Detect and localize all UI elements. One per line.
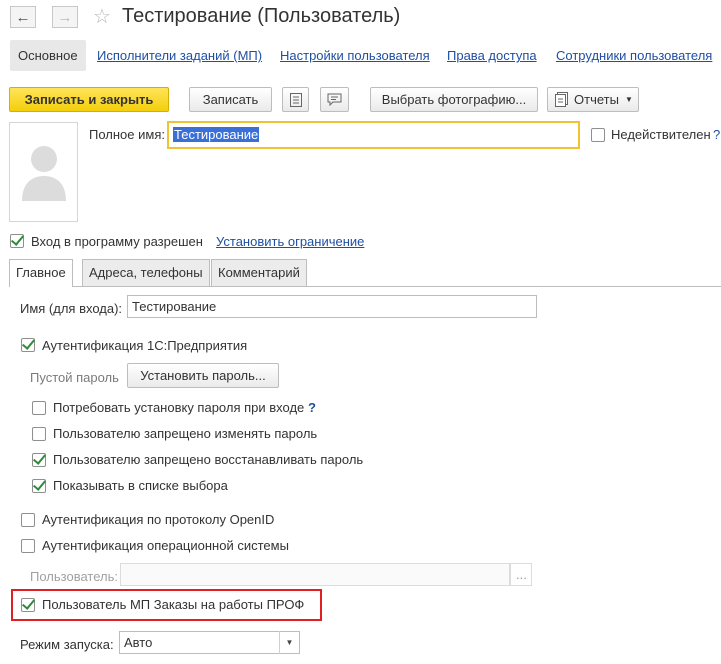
chevron-down-icon[interactable]: ▼ <box>279 631 299 654</box>
mp-user-checkbox[interactable] <box>21 598 35 612</box>
auth-1c-label: Аутентификация 1С:Предприятия <box>42 338 248 353</box>
show-in-list-label: Показывать в списке выбора <box>53 478 228 493</box>
login-allowed-label: Вход в программу разрешен <box>31 234 203 249</box>
set-password-button[interactable]: Установить пароль... <box>127 363 279 388</box>
os-user-field[interactable] <box>120 563 510 586</box>
full-name-label: Полное имя: <box>89 127 165 142</box>
startup-mode-select[interactable]: Авто ▼ <box>119 631 300 654</box>
startup-mode-value: Авто <box>124 635 153 650</box>
list-button[interactable] <box>282 87 309 112</box>
comment-button[interactable] <box>320 87 349 112</box>
chevron-down-icon: ▼ <box>624 95 633 104</box>
tab-user-employees[interactable]: Сотрудники пользователя <box>556 40 712 71</box>
tab-user-settings[interactable]: Настройки пользователя <box>280 40 430 71</box>
os-user-label: Пользователь: <box>30 569 118 584</box>
tab-main[interactable]: Основное <box>10 40 86 71</box>
openid-checkbox[interactable] <box>21 513 35 527</box>
user-photo[interactable] <box>9 122 78 222</box>
full-name-value: Тестирование <box>173 127 260 142</box>
save-button[interactable]: Записать <box>189 87 272 112</box>
tab-comment[interactable]: Комментарий <box>211 259 307 286</box>
deny-restore-checkbox[interactable] <box>32 453 46 467</box>
tab-task-performers[interactable]: Исполнители заданий (МП) <box>97 40 262 71</box>
login-allowed-checkbox[interactable] <box>10 234 24 248</box>
empty-password-label: Пустой пароль <box>30 370 119 385</box>
login-name-label: Имя (для входа): <box>20 301 123 316</box>
reports-button[interactable]: Отчеты ▼ <box>547 87 639 112</box>
deny-change-label: Пользователю запрещено изменять пароль <box>53 426 318 441</box>
mp-user-label: Пользователь МП Заказы на работы ПРОФ <box>42 597 305 612</box>
require-password-help-icon[interactable]: ? <box>308 400 316 415</box>
os-user-select-button[interactable]: ... <box>510 563 532 586</box>
invalid-checkbox[interactable] <box>591 128 605 142</box>
list-icon <box>289 92 302 107</box>
page-title: Тестирование (Пользователь) <box>122 5 401 27</box>
os-auth-checkbox[interactable] <box>21 539 35 553</box>
tab-access-rights[interactable]: Права доступа <box>447 40 537 71</box>
require-password-checkbox[interactable] <box>32 401 46 415</box>
back-button[interactable]: ← <box>10 6 36 28</box>
tab-divider <box>9 286 721 287</box>
reports-label: Отчеты <box>574 92 619 107</box>
star-icon[interactable]: ☆ <box>93 4 111 29</box>
set-limit-link[interactable]: Установить ограничение <box>216 234 364 249</box>
openid-label: Аутентификация по протоколу OpenID <box>42 512 275 527</box>
require-password-label: Потребовать установку пароля при входе <box>53 400 305 415</box>
deny-restore-label: Пользователю запрещено восстанавливать п… <box>53 452 364 467</box>
report-icon <box>555 92 568 107</box>
arrow-left-icon: ← <box>15 8 31 26</box>
choose-photo-button[interactable]: Выбрать фотографию... <box>370 87 538 112</box>
invalid-label: Недействителен <box>611 127 711 142</box>
os-auth-label: Аутентификация операционной системы <box>42 538 289 553</box>
login-name-value: Тестирование <box>132 299 217 314</box>
arrow-right-icon: → <box>57 8 73 26</box>
auth-1c-checkbox[interactable] <box>21 338 35 352</box>
invalid-help-icon[interactable]: ? <box>713 127 720 142</box>
show-in-list-checkbox[interactable] <box>32 479 46 493</box>
os-user-select-label: ... <box>516 567 527 582</box>
forward-button[interactable]: → <box>52 6 78 28</box>
full-name-field[interactable]: Тестирование <box>167 121 580 149</box>
tab-addresses-phones[interactable]: Адреса, телефоны <box>82 259 210 286</box>
login-name-field[interactable]: Тестирование <box>127 295 537 318</box>
startup-mode-label: Режим запуска: <box>20 637 114 652</box>
tab-general[interactable]: Главное <box>9 259 73 287</box>
save-and-close-button[interactable]: Записать и закрыть <box>9 87 169 112</box>
avatar-placeholder-icon <box>22 146 66 201</box>
deny-change-checkbox[interactable] <box>32 427 46 441</box>
comment-icon <box>327 93 342 106</box>
